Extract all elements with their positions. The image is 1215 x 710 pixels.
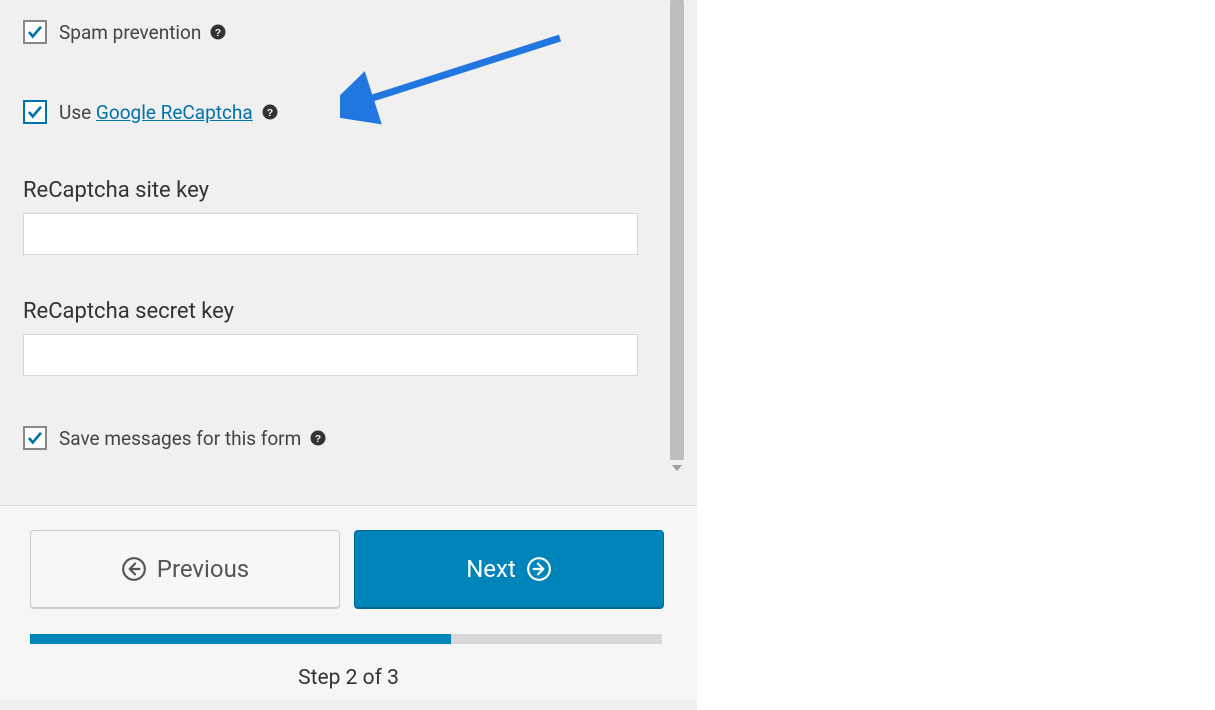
- nav-button-row: Previous Next: [30, 530, 667, 608]
- option-spam-prevention: Spam prevention ?: [23, 20, 640, 44]
- use-recaptcha-checkbox[interactable]: [23, 100, 47, 124]
- previous-label: Previous: [157, 555, 249, 583]
- save-messages-checkbox[interactable]: [23, 426, 47, 450]
- progress-bar: [30, 634, 662, 644]
- svg-text:?: ?: [267, 107, 273, 119]
- scrollbar-down-icon[interactable]: [670, 462, 684, 474]
- help-icon[interactable]: ?: [209, 23, 227, 41]
- previous-button[interactable]: Previous: [30, 530, 340, 608]
- wizard-footer: Previous Next Step 2 of 3: [0, 505, 697, 700]
- check-icon: [26, 103, 44, 121]
- help-icon[interactable]: ?: [261, 103, 279, 121]
- svg-text:?: ?: [215, 27, 221, 39]
- option-save-messages: Save messages for this form ?: [23, 426, 640, 450]
- secret-key-label: ReCaptcha secret key: [23, 299, 640, 324]
- google-recaptcha-link[interactable]: Google ReCaptcha: [96, 101, 253, 124]
- progress-fill: [30, 634, 451, 644]
- secret-key-input[interactable]: [23, 334, 638, 376]
- settings-panel: Spam prevention ? Use Google ReCaptcha ?…: [0, 0, 697, 710]
- svg-text:?: ?: [315, 433, 321, 445]
- site-key-label: ReCaptcha site key: [23, 178, 640, 203]
- site-key-input[interactable]: [23, 213, 638, 255]
- spam-prevention-label: Spam prevention: [59, 21, 201, 44]
- arrow-left-circle-icon: [121, 556, 147, 582]
- check-icon: [26, 429, 44, 447]
- arrow-right-circle-icon: [526, 556, 552, 582]
- next-label: Next: [466, 555, 516, 583]
- use-recaptcha-prefix: Use: [59, 101, 91, 124]
- form-scroll-area: Spam prevention ? Use Google ReCaptcha ?…: [0, 0, 670, 505]
- help-icon[interactable]: ?: [309, 429, 327, 447]
- check-icon: [26, 23, 44, 41]
- option-use-recaptcha: Use Google ReCaptcha ?: [23, 100, 640, 124]
- save-messages-label: Save messages for this form: [59, 427, 301, 450]
- scrollbar-thumb[interactable]: [670, 0, 684, 460]
- spam-prevention-checkbox[interactable]: [23, 20, 47, 44]
- step-indicator: Step 2 of 3: [30, 666, 667, 690]
- next-button[interactable]: Next: [354, 530, 664, 608]
